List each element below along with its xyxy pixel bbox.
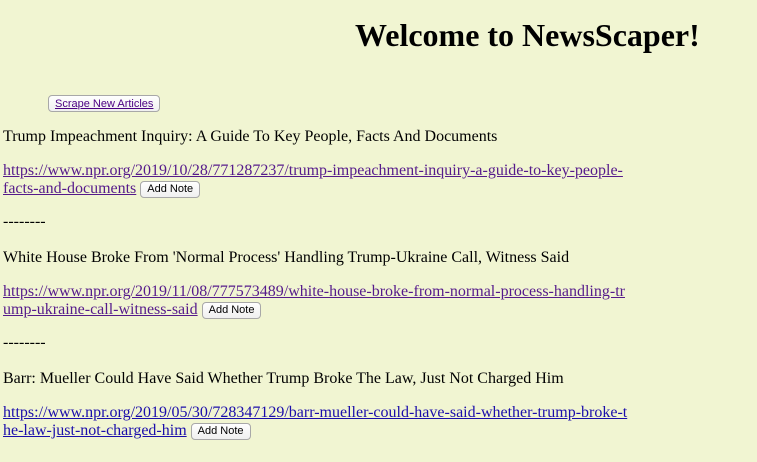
article-link[interactable]: https://www.npr.org/2019/05/30/728347129… xyxy=(3,404,627,439)
article-item: Trump Impeachment Inquiry: A Guide To Ke… xyxy=(3,126,643,232)
article-link-row: https://www.npr.org/2019/10/28/771287237… xyxy=(3,162,628,198)
scrape-new-articles-button[interactable]: Scrape New Articles xyxy=(48,95,161,112)
article-title: White House Broke From 'Normal Process' … xyxy=(3,249,570,266)
article-separator: -------- xyxy=(3,334,46,351)
article-link-row: https://www.npr.org/2019/05/30/728347129… xyxy=(3,404,628,440)
article-item: Barr: Mueller Could Have Said Whether Tr… xyxy=(3,368,643,440)
article-separator: -------- xyxy=(3,213,46,230)
article-link[interactable]: https://www.npr.org/2019/10/28/771287237… xyxy=(3,162,623,197)
add-note-button[interactable]: Add Note xyxy=(201,301,262,319)
article-title: Barr: Mueller Could Have Said Whether Tr… xyxy=(3,370,564,387)
article-list: Trump Impeachment Inquiry: A Guide To Ke… xyxy=(3,126,643,440)
article-title: Trump Impeachment Inquiry: A Guide To Ke… xyxy=(3,128,498,145)
add-note-button[interactable]: Add Note xyxy=(140,180,201,198)
article-link-row: https://www.npr.org/2019/11/08/777573489… xyxy=(3,283,628,319)
article-link[interactable]: https://www.npr.org/2019/11/08/777573489… xyxy=(3,283,625,318)
add-note-button[interactable]: Add Note xyxy=(190,422,251,440)
article-item: White House Broke From 'Normal Process' … xyxy=(3,247,643,353)
page-title: Welcome to NewsScaper! xyxy=(355,17,700,53)
